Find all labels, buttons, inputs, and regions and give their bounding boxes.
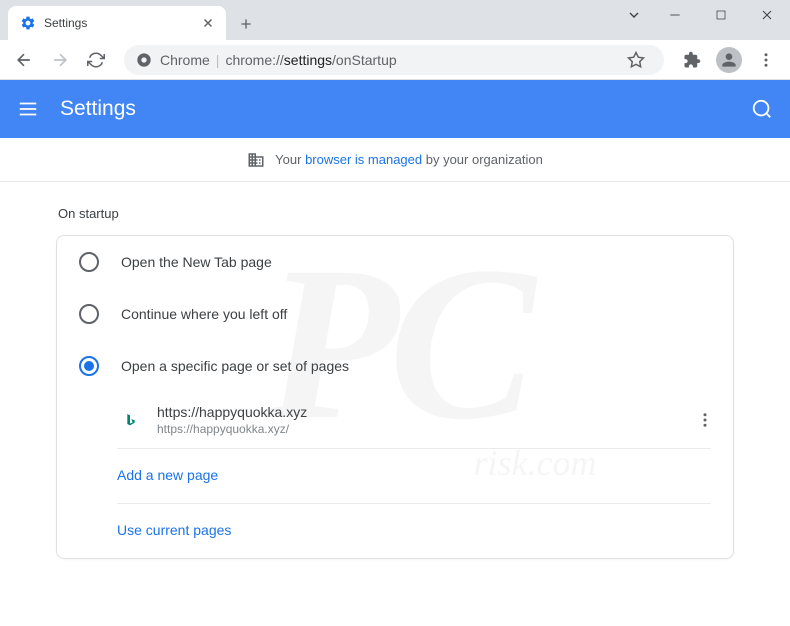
page-entry-url: https://happyquokka.xyz/: [157, 422, 673, 436]
browser-tab[interactable]: Settings: [8, 6, 226, 40]
managed-link[interactable]: browser is managed: [305, 152, 422, 167]
reload-button[interactable]: [80, 44, 112, 76]
forward-button[interactable]: [44, 44, 76, 76]
add-page-row: Add a new page: [117, 449, 733, 503]
startup-card: Open the New Tab page Continue where you…: [56, 235, 734, 559]
toolbar-actions: [676, 44, 782, 76]
managed-text: Your browser is managed by your organiza…: [275, 152, 543, 167]
maximize-button[interactable]: [698, 0, 744, 30]
bing-icon: [123, 411, 141, 429]
hamburger-icon[interactable]: [16, 97, 40, 121]
close-window-button[interactable]: [744, 0, 790, 30]
radio-new-tab[interactable]: Open the New Tab page: [57, 236, 733, 288]
minimize-button[interactable]: [652, 0, 698, 30]
search-icon[interactable]: [750, 97, 774, 121]
browser-toolbar: Chrome | chrome://settings/onStartup: [0, 40, 790, 80]
window-titlebar: Settings: [0, 0, 790, 40]
startup-page-entry: https://happyquokka.xyz https://happyquo…: [117, 392, 721, 448]
extensions-icon[interactable]: [676, 44, 708, 76]
chevron-down-icon[interactable]: [616, 0, 652, 30]
more-icon[interactable]: [689, 404, 721, 436]
radio-specific[interactable]: Open a specific page or set of pages: [57, 340, 733, 392]
new-tab-button[interactable]: [232, 10, 260, 38]
menu-icon[interactable]: [750, 44, 782, 76]
close-icon[interactable]: [200, 15, 216, 31]
url-text: Chrome | chrome://settings/onStartup: [160, 52, 397, 68]
radio-label: Open a specific page or set of pages: [121, 358, 349, 374]
profile-avatar[interactable]: [716, 47, 742, 73]
page-info: https://happyquokka.xyz https://happyquo…: [157, 404, 673, 436]
chrome-icon: [136, 52, 152, 68]
page-entry-title: https://happyquokka.xyz: [157, 404, 673, 420]
building-icon: [247, 151, 265, 169]
radio-icon: [79, 252, 99, 272]
tab-title: Settings: [44, 16, 192, 30]
settings-header: Settings: [0, 80, 790, 138]
page-title: Settings: [60, 97, 136, 121]
use-current-button[interactable]: Use current pages: [117, 522, 231, 538]
address-bar[interactable]: Chrome | chrome://settings/onStartup: [124, 45, 664, 75]
section-title: On startup: [56, 206, 734, 221]
radio-label: Continue where you left off: [121, 306, 287, 322]
radio-icon: [79, 304, 99, 324]
use-current-row: Use current pages: [117, 504, 733, 558]
window-controls: [616, 0, 790, 40]
radio-continue[interactable]: Continue where you left off: [57, 288, 733, 340]
radio-icon: [79, 356, 99, 376]
star-icon[interactable]: [620, 44, 652, 76]
back-button[interactable]: [8, 44, 40, 76]
managed-banner: Your browser is managed by your organiza…: [0, 138, 790, 182]
gear-icon: [20, 15, 36, 31]
content-area: On startup Open the New Tab page Continu…: [0, 182, 790, 583]
add-page-button[interactable]: Add a new page: [117, 467, 218, 483]
radio-label: Open the New Tab page: [121, 254, 272, 270]
